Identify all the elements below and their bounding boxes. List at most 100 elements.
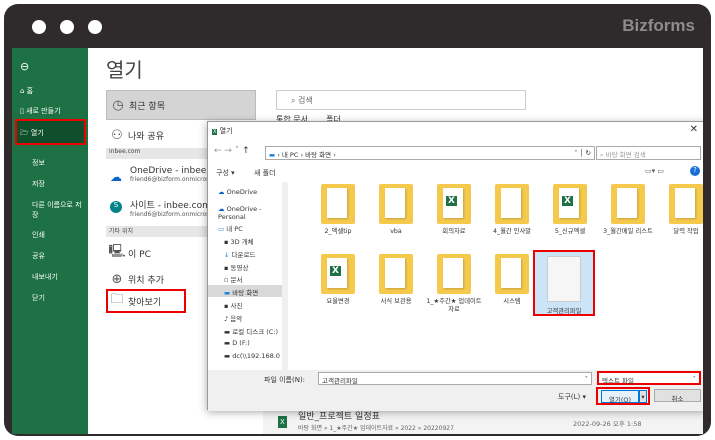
nav-item-selected[interactable]: ▬ 바탕 화면 [224,287,258,297]
nav-item[interactable]: ☁ OneDrive - Personal [218,205,287,221]
folder-item[interactable]: 2_엑셀tip [308,184,368,236]
sidebar-item-close[interactable]: 닫기 [32,293,45,303]
backstage-sidebar: ⊖ ⌂ 홈 ▯ 새로 만들기 🗁 열기 정보 저장 다른 이름으로 저장 인쇄 … [12,48,88,434]
filename-input[interactable]: 고객관리파일 ˅ [318,372,592,385]
label: 열기 [30,129,44,137]
label: 바탕 화면 [232,289,259,297]
search-input[interactable]: ⌕ 검색 [276,90,526,110]
sidebar-item-open[interactable]: 🗁 열기 [20,128,44,140]
label: vba [390,228,402,235]
nav-item[interactable]: ☁ OneDrive [218,188,257,196]
title: 열기 [219,127,233,135]
close-icon[interactable]: ✕ [690,124,698,135]
file-item-selected[interactable]: 고객관리파일 [533,250,595,316]
folder-item[interactable]: 3_월간메일 리스트 [598,184,658,236]
label: 1_★주간★ 업데이트자료 [426,298,482,313]
view-options-icon[interactable]: ▭▾ ▭ [645,167,664,175]
folder-icon [437,184,471,224]
label: dc(\\192.168.0 [232,352,280,360]
label: 사이트 - inbee.com [130,201,211,211]
label: 요율변경 [326,298,350,305]
pc-icon: ▬ [269,151,276,159]
nav-item[interactable]: ▬ 로컬 디스크 (C:) [224,326,278,336]
sidebar-item-info[interactable]: 정보 [32,158,45,168]
nav-item[interactable]: ▪ 사진 [224,300,242,310]
sidebar-item-print[interactable]: 인쇄 [32,230,45,240]
folder-item[interactable]: 달력 작업 [656,184,703,236]
navigation-pane: ☁ OneDrive ☁ OneDrive - Personal ▭ 내 PC … [208,182,288,370]
label: OneDrive - Personal [218,205,262,221]
label: 위치 추가 [128,275,164,286]
open-dropdown-icon[interactable]: ▾ [639,390,647,403]
sidebar-item-save-as[interactable]: 다른 이름으로 저장 [32,200,82,220]
placeholder: 검색 [298,96,313,105]
placeholder: 바탕 화면 검색 [605,151,646,159]
back-icon[interactable]: ⊖ [20,60,29,73]
excel-icon: X [212,129,218,135]
help-icon[interactable]: ? [690,166,700,176]
folder-icon [321,184,355,224]
recent-file-name[interactable]: 일반_프로젝트 일정표 [298,412,380,423]
folder-icon [379,184,413,224]
sidebar-item-new[interactable]: ▯ 새로 만들기 [20,106,61,116]
folder-item[interactable]: 5_신규엑셀 [540,184,600,236]
nav-item[interactable]: ♪ 음악 [224,313,242,323]
folder-item[interactable]: 회의자료 [424,184,484,236]
label: 이 PC [128,249,151,260]
label: 3_월간메일 리스트 [603,228,653,235]
window-frame: Bizforms ⊖ ⌂ 홈 ▯ 새로 만들기 🗁 열기 정보 저장 다른 이름… [4,4,711,436]
folder-item[interactable]: 1_★주간★ 업데이트자료 [424,254,484,314]
value: 고객관리파일 [322,377,358,385]
nav-item[interactable]: ▪ 3D 개체 [224,236,254,246]
sidebar-item-share[interactable]: 공유 [32,251,45,261]
filetype-select[interactable]: 텍스트 파일 ˅ [597,371,701,385]
folder-icon [669,184,703,224]
label: 로컬 디스크 (C:) [232,328,279,336]
label: 고객관리파일 [546,308,582,315]
nav-item[interactable]: ▪ 동영상 [224,262,248,272]
folder-item[interactable]: vba [366,184,426,236]
value: 텍스트 파일 [602,377,634,385]
label: 홈 [26,87,34,95]
folder-icon [495,184,529,224]
pc-icon: 🖳 [108,244,126,259]
nav-item[interactable]: ↓ 다운로드 [224,249,255,259]
cloud-icon: ☁ [110,170,122,184]
folder-item[interactable]: 4_월간 인사말 [482,184,542,236]
label: 동영상 [230,264,249,272]
cancel-button[interactable]: 취소 [654,389,701,403]
globe-icon: ⊕ [111,271,123,287]
label: 4_월간 인사말 [492,228,532,235]
filename-label: 파일 이름(N): [264,376,306,384]
nav-arrows-icon[interactable]: ← → ˅ ↑ [214,146,250,156]
window-dot [32,20,46,34]
nav-item[interactable]: ▬ D (F:) [224,339,250,347]
dialog-search-input[interactable]: ⌕ 바탕 화면 검색 [596,146,701,160]
nav-item[interactable]: ▭ 내 PC [218,223,243,233]
folder-item[interactable]: 요율변경 [308,254,368,306]
new-folder-button[interactable]: 새 폴더 [254,168,276,178]
label: 다운로드 [231,251,256,259]
organize-button[interactable]: 구성 ▾ [216,168,235,178]
label: 최근 항목 [129,101,165,112]
label: 시스템 [503,298,521,305]
open-button[interactable]: 열기(O) [601,390,639,404]
location-recent[interactable]: ◷ 최근 항목 [106,90,256,120]
sidebar-item-save[interactable]: 저장 [32,179,45,189]
tools-button[interactable]: 도구(L) ▾ [558,392,586,402]
sidebar-item-home[interactable]: ⌂ 홈 [20,86,33,96]
crumb: 내 PC [281,151,299,159]
clock-icon: ◷ [112,97,124,113]
open-dialog: X 열기 ✕ ← → ˅ ↑ ▬ › 내 PC › 바탕 화면 › ˅ │ ↻ … [207,121,703,411]
label: 문서 [230,276,243,284]
nav-item[interactable]: ▬ dc(\\192.168.0 [224,352,280,360]
sidebar-item-export[interactable]: 내보내기 [32,272,58,282]
folder-icon: 🗀 [110,292,124,307]
address-bar[interactable]: ▬ › 내 PC › 바탕 화면 › ˅ │ ↻ [265,146,595,160]
label: OneDrive [226,188,258,196]
nav-item[interactable]: ▫ 문서 [224,274,242,284]
nav-scrollbar[interactable] [282,182,288,370]
window-dot [60,20,74,34]
folder-item[interactable]: 서식 보관용 [366,254,426,306]
label: 5_신규엑셀 [554,228,586,235]
